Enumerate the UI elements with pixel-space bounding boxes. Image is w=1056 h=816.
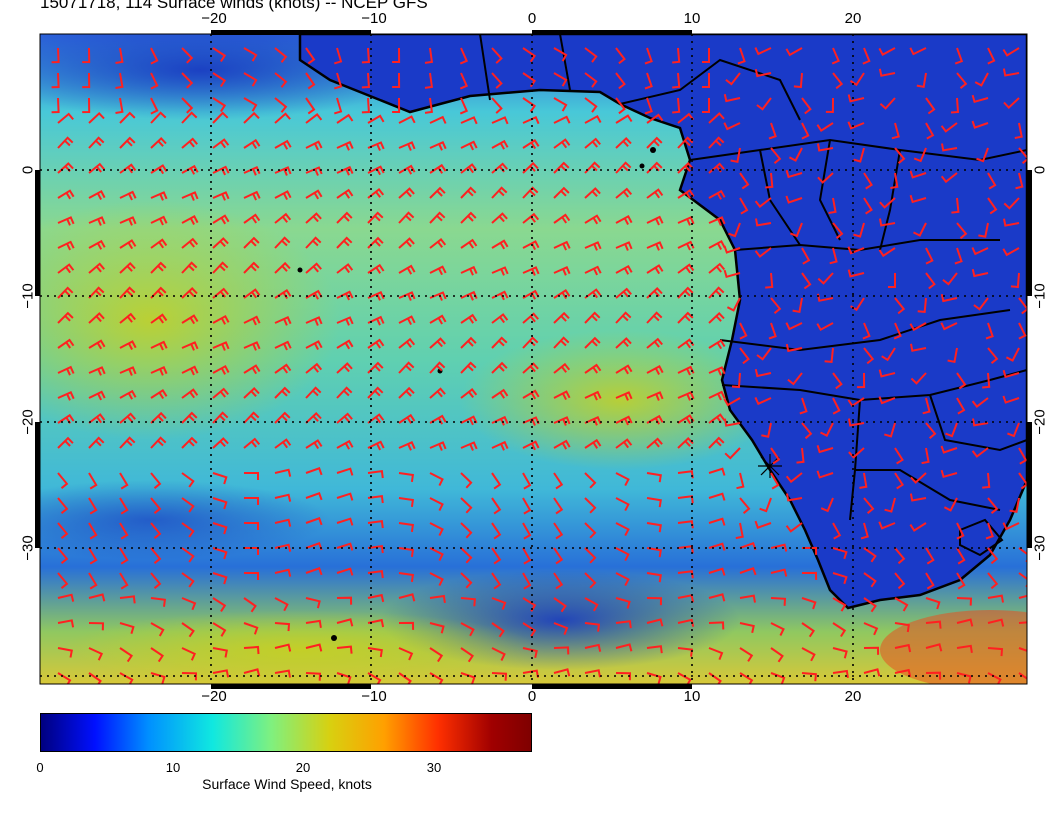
x-tick-bottom: −10: [361, 688, 387, 705]
y-tick-left: −30: [19, 535, 37, 561]
x-tick-top: −20: [201, 10, 227, 27]
island: [639, 163, 645, 169]
colorbar-label: 10: [165, 760, 181, 775]
y-tick-right: −20: [1031, 409, 1049, 435]
island: [650, 147, 656, 153]
colorbar: [40, 713, 532, 752]
x-tick-top: 10: [683, 10, 701, 27]
x-tick-top: 20: [844, 10, 862, 27]
island: [297, 267, 303, 273]
y-tick-left: −20: [19, 409, 37, 435]
x-tick-top: −10: [361, 10, 387, 27]
x-tick-bottom: 0: [527, 688, 537, 705]
island: [331, 635, 337, 641]
x-tick-bottom: −20: [201, 688, 227, 705]
colorbar-label: 30: [426, 760, 442, 775]
x-tick-top: 0: [527, 10, 537, 27]
y-tick-left: −10: [19, 283, 37, 309]
colorbar-label: 0: [36, 760, 44, 775]
x-tick-bottom: 10: [683, 688, 701, 705]
y-tick-left: 0: [19, 165, 37, 175]
strong-wind-zone: [60, 610, 540, 684]
x-tick-bottom: 20: [844, 688, 862, 705]
colorbar-title: Surface Wind Speed, knots: [202, 776, 372, 792]
y-tick-right: −30: [1031, 535, 1049, 561]
y-tick-right: −10: [1031, 283, 1049, 309]
y-tick-right: 0: [1031, 165, 1049, 175]
colorbar-label: 20: [295, 760, 311, 775]
